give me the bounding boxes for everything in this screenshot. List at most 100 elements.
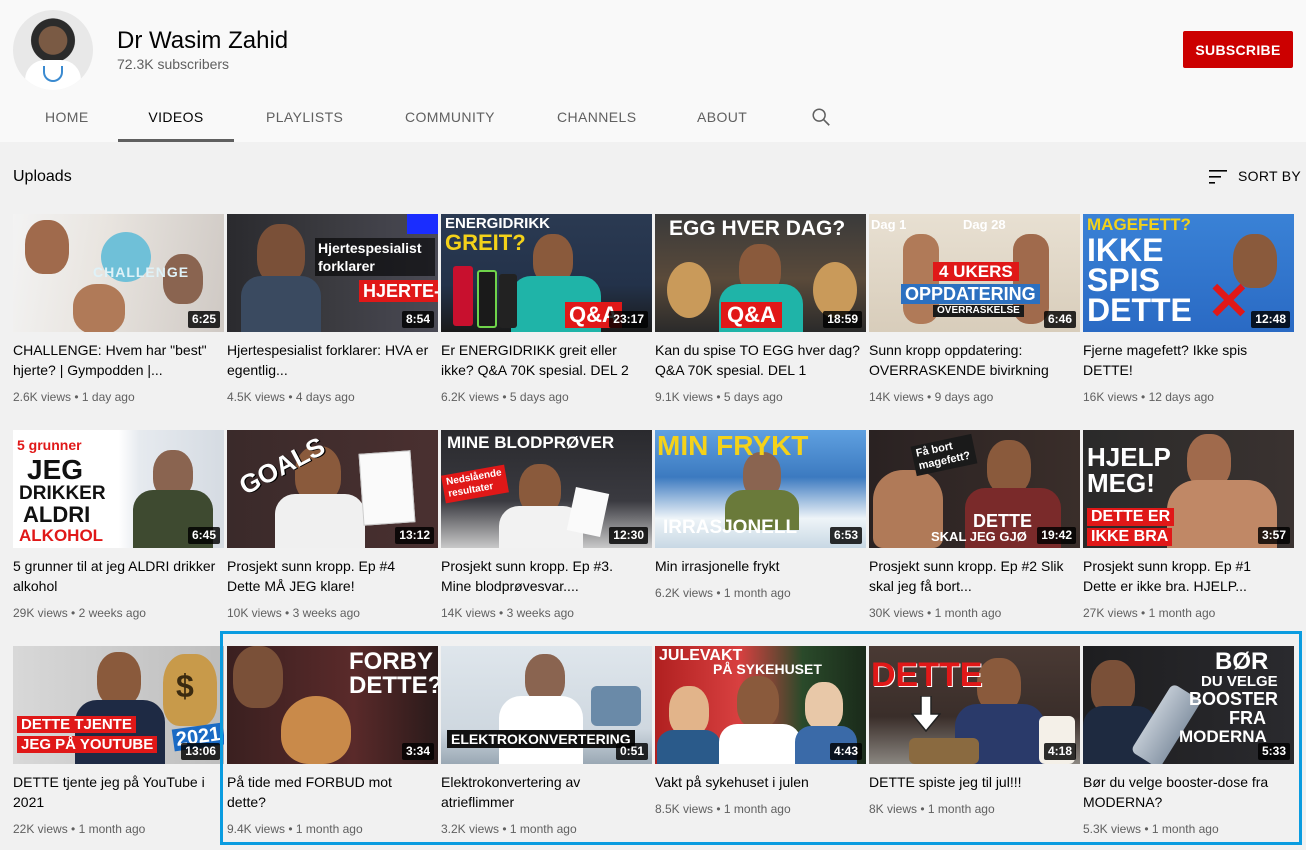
video-title[interactable]: Hjertespesialist forklarer: HVA er egent… xyxy=(227,340,432,380)
video-thumbnail[interactable]: MAGEFETT? IKKE SPIS DETTE ✕ 12:48 xyxy=(1083,214,1294,332)
video-thumbnail[interactable]: ENERGIDRIKK GREIT? Q&A 23:17 xyxy=(441,214,652,332)
tab-community[interactable]: COMMUNITY xyxy=(405,96,495,142)
video-meta: 4.5K views • 4 days ago xyxy=(227,390,355,404)
video-card[interactable]: Hjertespesialist forklarer HJERTE-BAN 8:… xyxy=(227,214,438,414)
video-title[interactable]: Sunn kropp oppdatering: OVERRASKENDE biv… xyxy=(869,340,1074,380)
video-card[interactable]: MIN FRYKT IRRASJONELL 6:53 Min irrasjone… xyxy=(655,430,866,630)
video-thumbnail[interactable]: JULEVAKT PÅ SYKEHUSET 4:43 xyxy=(655,646,866,764)
tab-about[interactable]: ABOUT xyxy=(697,96,747,142)
thumbnail-text: EGG HVER DAG? xyxy=(669,217,846,240)
video-thumbnail[interactable]: BØR DU VELGE BOOSTER FRA MODERNA 5:33 xyxy=(1083,646,1294,764)
video-card[interactable]: 5 grunner JEG DRIKKER ALDRI ALKOHOL 6:45… xyxy=(13,430,224,630)
thumbnail-text: IKKE BRA xyxy=(1087,528,1173,546)
view-count: 8.5K views xyxy=(655,802,714,816)
search-icon[interactable] xyxy=(810,106,832,128)
video-card[interactable]: BØR DU VELGE BOOSTER FRA MODERNA 5:33 Bø… xyxy=(1083,646,1294,846)
upload-age: 1 day ago xyxy=(81,390,135,404)
view-count: 8K views xyxy=(869,802,918,816)
video-thumbnail[interactable]: MIN FRYKT IRRASJONELL 6:53 xyxy=(655,430,866,548)
video-thumbnail[interactable]: MINE BLODPRØVER Nedslående resultater 12… xyxy=(441,430,652,548)
video-card[interactable]: DETTE 4:18 DETTE spiste jeg til jul!!! 8… xyxy=(869,646,1080,846)
video-card[interactable]: JULEVAKT PÅ SYKEHUSET 4:43 Vakt på sykeh… xyxy=(655,646,866,846)
red-x-icon: ✕ xyxy=(1207,273,1251,331)
video-title[interactable]: Prosjekt sunn kropp. Ep #4 Dette MÅ JEG … xyxy=(227,556,432,596)
thumbnail-text: JEG xyxy=(27,454,84,485)
video-card[interactable]: GOALS 13:12 Prosjekt sunn kropp. Ep #4 D… xyxy=(227,430,438,630)
video-title[interactable]: Vakt på sykehuset i julen xyxy=(655,772,860,792)
video-thumbnail[interactable]: $ DETTE TJENTE JEG PÅ YOUTUBE 2021 13:06 xyxy=(13,646,224,764)
thumbnail-text: DETTE ER xyxy=(1087,508,1175,526)
upload-age: 1 month ago xyxy=(723,586,791,600)
video-card[interactable]: MAGEFETT? IKKE SPIS DETTE ✕ 12:48 Fjerne… xyxy=(1083,214,1294,414)
tab-channels[interactable]: CHANNELS xyxy=(557,96,636,142)
video-card[interactable]: ENERGIDRIKK GREIT? Q&A 23:17 Er ENERGIDR… xyxy=(441,214,652,414)
video-thumbnail[interactable]: FORBY DETTE? 3:34 xyxy=(227,646,438,764)
view-count: 16K views xyxy=(1083,390,1138,404)
video-duration: 19:42 xyxy=(1037,527,1076,544)
thumbnail-text: DETTE xyxy=(1087,292,1192,328)
video-thumbnail[interactable]: ELEKTROKONVERTERING 0:51 xyxy=(441,646,652,764)
video-thumbnail[interactable]: Hjertespesialist forklarer HJERTE-BAN 8:… xyxy=(227,214,438,332)
tab-home[interactable]: HOME xyxy=(45,96,89,142)
video-title[interactable]: På tide med FORBUD mot dette? xyxy=(227,772,432,812)
dollar-icon: $ xyxy=(176,668,194,704)
video-meta: 6.2K views • 1 month ago xyxy=(655,586,791,600)
video-title[interactable]: Prosjekt sunn kropp. Ep #2 Slik skal jeg… xyxy=(869,556,1074,596)
video-duration: 12:30 xyxy=(609,527,648,544)
video-card[interactable]: EGG HVER DAG? Q&A 18:59 Kan du spise TO … xyxy=(655,214,866,414)
upload-age: 12 days ago xyxy=(1148,390,1214,404)
video-thumbnail[interactable]: CHALLENGE 6:25 xyxy=(13,214,224,332)
video-card[interactable]: MINE BLODPRØVER Nedslående resultater 12… xyxy=(441,430,652,630)
thumbnail-text: DRIKKER xyxy=(19,483,106,504)
video-card[interactable]: FORBY DETTE? 3:34 På tide med FORBUD mot… xyxy=(227,646,438,846)
thumbnail-text: MODERNA xyxy=(1179,727,1267,746)
video-title[interactable]: Min irrasjonelle frykt xyxy=(655,556,860,576)
video-card[interactable]: ELEKTROKONVERTERING 0:51 Elektrokonverte… xyxy=(441,646,652,846)
video-duration: 23:17 xyxy=(609,311,648,328)
thumbnail-text: HJERTE-BAN xyxy=(359,280,438,302)
tab-videos[interactable]: VIDEOS xyxy=(118,96,234,142)
thumbnail-text: Q&A xyxy=(721,302,782,328)
thumbnail-text: ALDRI xyxy=(23,502,91,527)
video-title[interactable]: Prosjekt sunn kropp. Ep #3. Mine blodprø… xyxy=(441,556,646,596)
video-title[interactable]: Kan du spise TO EGG hver dag? Q&A 70K sp… xyxy=(655,340,860,380)
video-meta: 30K views • 1 month ago xyxy=(869,606,1002,620)
video-title[interactable]: Elektrokonvertering av atrieflimmer xyxy=(441,772,646,812)
video-title[interactable]: Prosjekt sunn kropp. Ep #1 Dette er ikke… xyxy=(1083,556,1288,596)
video-duration: 6:46 xyxy=(1043,311,1076,328)
video-title[interactable]: Fjerne magefett? Ikke spis DETTE! xyxy=(1083,340,1288,380)
section-title: Uploads xyxy=(13,168,72,185)
video-title[interactable]: DETTE spiste jeg til jul!!! xyxy=(869,772,1074,792)
tab-playlists[interactable]: PLAYLISTS xyxy=(266,96,343,142)
video-thumbnail[interactable]: GOALS 13:12 xyxy=(227,430,438,548)
sort-icon xyxy=(1209,170,1227,184)
thumbnail-text: MIN FRYKT xyxy=(657,430,809,461)
upload-age: 1 month ago xyxy=(509,822,577,836)
video-duration: 3:57 xyxy=(1257,527,1290,544)
subscribe-button[interactable]: SUBSCRIBE xyxy=(1183,31,1293,68)
video-title[interactable]: CHALLENGE: Hvem har "best" hjerte? | Gym… xyxy=(13,340,218,380)
upload-age: 1 month ago xyxy=(927,802,995,816)
video-duration: 6:25 xyxy=(187,311,220,328)
video-card[interactable]: HJELP MEG! DETTE ER IKKE BRA 3:57 Prosje… xyxy=(1083,430,1294,630)
video-thumbnail[interactable]: Få bort magefett? DETTE SKAL JEG GJØ 19:… xyxy=(869,430,1080,548)
video-card[interactable]: $ DETTE TJENTE JEG PÅ YOUTUBE 2021 13:06… xyxy=(13,646,224,846)
channel-header: Dr Wasim Zahid 72.3K subscribers SUBSCRI… xyxy=(0,0,1306,142)
video-duration: 4:43 xyxy=(829,743,862,760)
video-duration: 18:59 xyxy=(823,311,862,328)
video-thumbnail[interactable]: HJELP MEG! DETTE ER IKKE BRA 3:57 xyxy=(1083,430,1294,548)
upload-age: 1 month ago xyxy=(1151,822,1219,836)
video-thumbnail[interactable]: DETTE 4:18 xyxy=(869,646,1080,764)
video-thumbnail[interactable]: 5 grunner JEG DRIKKER ALDRI ALKOHOL 6:45 xyxy=(13,430,224,548)
video-title[interactable]: Bør du velge booster-dose fra MODERNA? xyxy=(1083,772,1288,812)
video-title[interactable]: 5 grunner til at jeg ALDRI drikker alkoh… xyxy=(13,556,218,596)
video-title[interactable]: DETTE tjente jeg på YouTube i 2021 xyxy=(13,772,218,812)
video-thumbnail[interactable]: EGG HVER DAG? Q&A 18:59 xyxy=(655,214,866,332)
video-thumbnail[interactable]: Dag 1 Dag 28 4 UKERS OPPDATERING OVERRAS… xyxy=(869,214,1080,332)
upload-age: 1 month ago xyxy=(1148,606,1216,620)
channel-avatar[interactable] xyxy=(13,10,93,90)
video-card[interactable]: Få bort magefett? DETTE SKAL JEG GJØ 19:… xyxy=(869,430,1080,630)
video-title[interactable]: Er ENERGIDRIKK greit eller ikke? Q&A 70K… xyxy=(441,340,646,380)
video-card[interactable]: CHALLENGE 6:25 CHALLENGE: Hvem har "best… xyxy=(13,214,224,414)
video-card[interactable]: Dag 1 Dag 28 4 UKERS OPPDATERING OVERRAS… xyxy=(869,214,1080,414)
